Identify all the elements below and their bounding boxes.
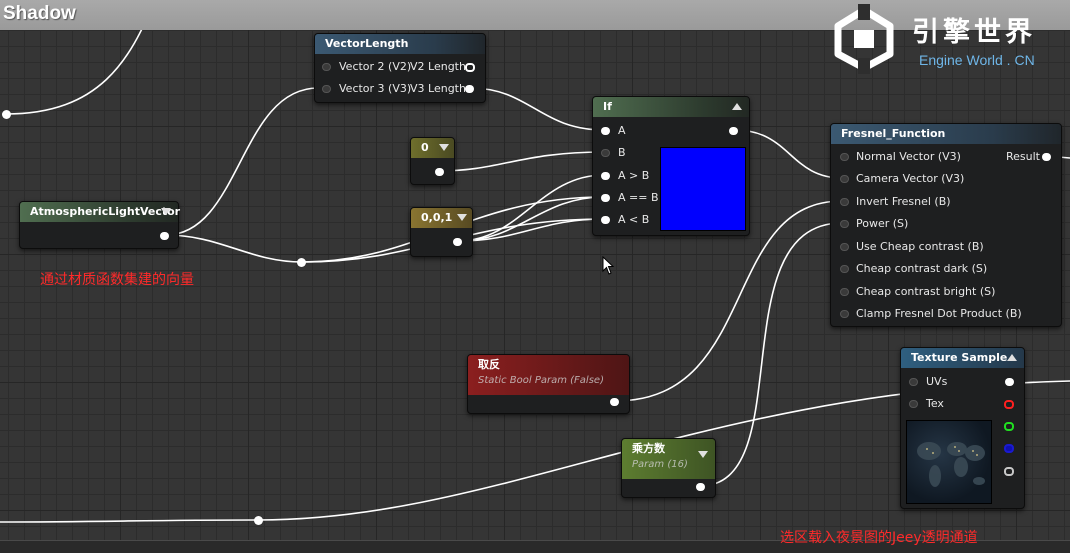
pin-label: Cheap contrast bright (S)	[856, 285, 996, 298]
input-pin-power[interactable]	[840, 220, 849, 228]
mouse-cursor-icon	[602, 256, 615, 275]
expand-chevron-icon[interactable]	[457, 214, 467, 221]
constant-zero-node[interactable]: 0	[410, 137, 455, 185]
input-pin-camera[interactable]	[840, 175, 849, 183]
input-pin-contrast-bright[interactable]	[840, 288, 849, 296]
engine-world-logo-icon	[834, 4, 894, 74]
input-pin-invert[interactable]	[840, 198, 849, 206]
input-pin-alb[interactable]	[601, 216, 610, 224]
node-header: 取反 Static Bool Param (False)	[468, 355, 629, 395]
pin-label: Cheap contrast dark (S)	[856, 262, 988, 275]
output-pin[interactable]	[435, 168, 444, 176]
texture-sample-node[interactable]: Texture Sample UVs Tex	[900, 347, 1025, 509]
fresnel-function-node[interactable]: Fresnel_Function Normal Vector (V3) Came…	[830, 123, 1062, 327]
night-earth-thumbnail	[917, 442, 985, 487]
pin-label: Power (S)	[856, 217, 909, 230]
output-pin-a[interactable]	[1004, 467, 1014, 476]
input-pin-normal[interactable]	[840, 153, 849, 161]
pin-label-tex: Tex	[926, 397, 944, 410]
input-pin-tex[interactable]	[909, 400, 918, 408]
pin-label-uvs: UVs	[926, 375, 948, 388]
pin-label: Normal Vector (V3)	[856, 150, 961, 163]
if-preview-swatch	[660, 147, 746, 231]
output-pin-v2[interactable]	[465, 63, 475, 72]
wire-atmos-to-reroute	[165, 234, 303, 263]
node-title: AtmosphericLightVector	[20, 202, 180, 222]
expand-chevron-icon[interactable]	[439, 144, 449, 151]
if-node[interactable]: If A B A > B A == B A < B	[592, 96, 750, 236]
pin-output-v2: V2 Length	[410, 60, 466, 73]
input-pin-a[interactable]	[601, 127, 610, 135]
input-pin-cheap-contrast[interactable]	[840, 243, 849, 251]
node-title: VectorLength	[315, 34, 485, 54]
texture-note: 选区载入夜景图的Jeey透明通道	[780, 530, 978, 546]
atmospheric-light-vector-node[interactable]: AtmosphericLightVector	[19, 201, 180, 249]
pin-label: Clamp Fresnel Dot Product (B)	[856, 307, 1022, 320]
pin-label: Use Cheap contrast (B)	[856, 240, 984, 253]
pin-label-alb: A < B	[618, 213, 650, 226]
logo-title: 引擎世界	[912, 17, 1036, 48]
collapse-chevron-icon[interactable]	[732, 103, 742, 110]
input-pin-clamp[interactable]	[840, 310, 849, 318]
texture-preview-image	[906, 420, 992, 504]
output-pin[interactable]	[696, 483, 705, 491]
constant-vector-node[interactable]: 0,0,1	[410, 207, 473, 257]
input-pin-contrast-dark[interactable]	[840, 265, 849, 273]
output-pin-r[interactable]	[1004, 400, 1014, 409]
graph-title-bar: Shadow	[0, 0, 1070, 30]
output-pin[interactable]	[729, 127, 738, 135]
logo-subtitle: Engine World . CN	[919, 52, 1035, 68]
pin-input-v3: Vector 3 (V3)	[339, 82, 412, 95]
expand-chevron-icon[interactable]	[161, 208, 171, 215]
power-scalar-param-node[interactable]: 乘方数 Param (16)	[621, 438, 716, 498]
pin-label-b: B	[618, 146, 626, 159]
vector-length-node[interactable]: VectorLength Vector 2 (V2) Vector 3 (V3)…	[314, 33, 486, 103]
input-pin-b[interactable]	[601, 149, 610, 157]
wire-atmos-to-vectorlength	[165, 87, 319, 236]
node-subtitle: Param (16)	[632, 459, 688, 470]
output-pin-g[interactable]	[1004, 422, 1014, 431]
node-title: If	[593, 97, 749, 117]
invert-bool-param-node[interactable]: 取反 Static Bool Param (False)	[467, 354, 630, 414]
input-pin-aeb[interactable]	[601, 194, 610, 202]
node-title: Texture Sample	[901, 348, 1024, 368]
pin-label: Camera Vector (V3)	[856, 172, 965, 185]
output-pin-rgb[interactable]	[1005, 378, 1014, 386]
output-pin[interactable]	[160, 232, 169, 240]
node-title: Fresnel_Function	[831, 124, 1061, 144]
output-pin-result[interactable]	[1042, 153, 1051, 161]
pin-label-result: Result	[1006, 150, 1040, 163]
output-pin-v3[interactable]	[465, 85, 474, 93]
output-pin[interactable]	[453, 238, 462, 246]
reroute-node-bottom[interactable]	[254, 516, 263, 525]
pin-label-aeb: A == B	[618, 191, 659, 204]
node-subtitle: Static Bool Param (False)	[478, 375, 604, 386]
graph-title: Shadow	[3, 3, 76, 24]
wire-zero-to-if-b	[438, 151, 605, 172]
input-pin-v3[interactable]	[322, 85, 331, 93]
pin-input-v2: Vector 2 (V2)	[339, 60, 412, 73]
reroute-node-left[interactable]	[2, 110, 11, 119]
pin-output-v3: V3 Length	[410, 82, 466, 95]
node-header: 乘方数 Param (16)	[622, 439, 715, 479]
pin-label: Invert Fresnel (B)	[856, 195, 951, 208]
input-pin-agb[interactable]	[601, 172, 610, 180]
vector-note: 通过材质函数集建的向量	[40, 272, 194, 288]
node-title: 取反	[478, 358, 500, 371]
wire-vlength-to-if-a	[469, 87, 605, 131]
reroute-node[interactable]	[297, 258, 306, 267]
wire-power-to-fresnel	[699, 222, 843, 487]
pin-label-agb: A > B	[618, 169, 650, 182]
wire-if-to-fresnel-camera	[734, 129, 843, 179]
wire-vec-to-if-agb	[457, 174, 605, 242]
pin-label-a: A	[618, 124, 626, 137]
expand-chevron-icon[interactable]	[698, 451, 708, 458]
output-pin-b[interactable]	[1004, 444, 1014, 453]
input-pin-v2[interactable]	[322, 63, 331, 71]
input-pin-uvs[interactable]	[909, 378, 918, 386]
collapse-chevron-icon[interactable]	[1007, 354, 1017, 361]
output-pin[interactable]	[610, 398, 619, 406]
